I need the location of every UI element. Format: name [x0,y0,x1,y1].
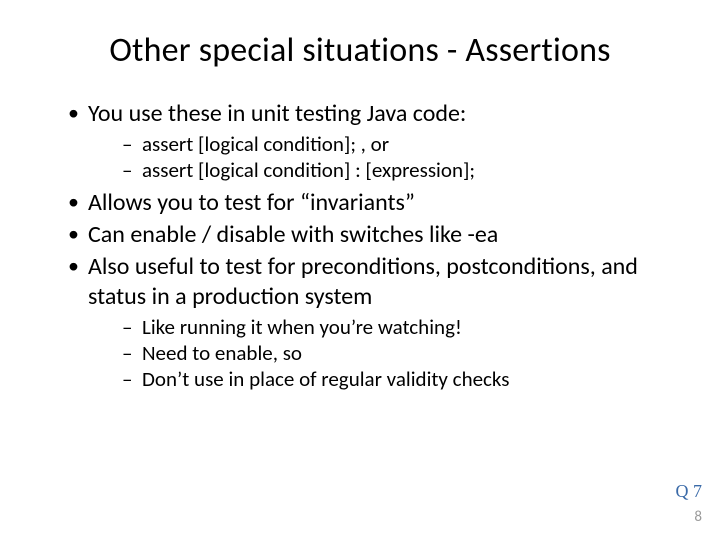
bullet-text: Allows you to test for “invariants” [88,188,415,217]
slide-title: Other special situations - Assertions [50,30,670,71]
sub-text: assert [logical condition]; , or [142,131,389,157]
sub-list: assert [logical condition]; , or assert … [88,131,670,184]
sub-item: assert [logical condition]; , or [122,131,670,157]
bullet-item: Can enable / disable with switches like … [68,220,670,250]
bullet-list: You use these in unit testing Java code:… [50,99,670,392]
bullet-text: Also useful to test for preconditions, p… [88,252,638,311]
slide: Other special situations - Assertions Yo… [0,0,720,540]
sub-list: Like running it when you’re watching! Ne… [88,314,670,393]
sub-text: Need to enable, so [142,340,302,366]
sub-text: Don’t use in place of regular validity c… [142,366,510,392]
sub-text: assert [logical condition] : [expression… [142,157,475,183]
sub-text: Like running it when you’re watching! [142,314,462,340]
bullet-item: Also useful to test for preconditions, p… [68,252,670,393]
bullet-item: You use these in unit testing Java code:… [68,99,670,184]
question-reference: Q 7 [676,481,703,502]
sub-item: Don’t use in place of regular validity c… [122,366,670,392]
page-number: 8 [694,508,702,526]
bullet-item: Allows you to test for “invariants” [68,188,670,218]
sub-item: Like running it when you’re watching! [122,314,670,340]
bullet-text: Can enable / disable with switches like … [88,220,498,249]
sub-item: Need to enable, so [122,340,670,366]
bullet-text: You use these in unit testing Java code: [88,99,466,128]
sub-item: assert [logical condition] : [expression… [122,157,670,183]
